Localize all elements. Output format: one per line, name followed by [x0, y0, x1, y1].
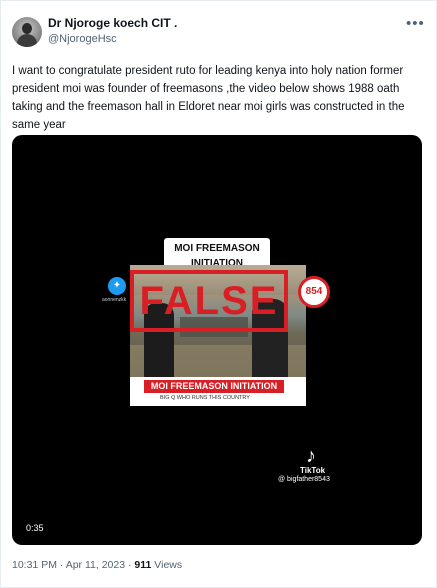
false-stamp-text: FALSE	[139, 278, 279, 323]
badge-854-logo: 854	[298, 276, 330, 308]
more-horizontal-icon[interactable]: •••	[406, 15, 425, 32]
tiktok-icon: ♪	[306, 445, 316, 467]
video-title-line1: MOI FREEMASON	[174, 243, 260, 254]
tweet-date[interactable]: Apr 11, 2023	[66, 559, 125, 571]
video-caption-sub: BIG Q WHO RUNS THIS COUNTRY	[160, 395, 250, 401]
avatar[interactable]	[12, 17, 42, 47]
tweet-meta: 10:31 PM · Apr 11, 2023 · 911 Views	[12, 559, 183, 571]
tiktok-handle: @ bigfather8543	[278, 476, 330, 483]
video-player[interactable]: MOI FREEMASON INITIATION FALSE ✦ aonnenz…	[12, 135, 422, 545]
author-handle[interactable]: @NjorogeHsc	[48, 33, 117, 45]
views-count: 911	[134, 559, 152, 571]
tweet-text: I want to congratulate president ruto fo…	[12, 65, 405, 131]
twitter-badge-label: aonnenzkk	[102, 297, 127, 303]
author-name[interactable]: Dr Njoroge koech CIT .	[48, 16, 177, 30]
avatar-head	[22, 23, 32, 34]
video-caption: MOI FREEMASON INITIATION	[144, 380, 284, 393]
twitter-bird-icon: ✦	[108, 277, 126, 295]
tiktok-label: TikTok	[300, 466, 326, 475]
views-label: Views	[154, 559, 183, 571]
false-stamp: FALSE	[130, 270, 288, 332]
tweet-card: Dr Njoroge koech CIT . @NjorogeHsc ••• I…	[0, 0, 437, 588]
avatar-body	[17, 34, 37, 47]
video-caption-box: MOI FREEMASON INITIATION BIG Q WHO RUNS …	[130, 377, 306, 406]
video-duration: 0:35	[26, 523, 44, 533]
tweet-time[interactable]: 10:31 PM	[12, 559, 57, 571]
